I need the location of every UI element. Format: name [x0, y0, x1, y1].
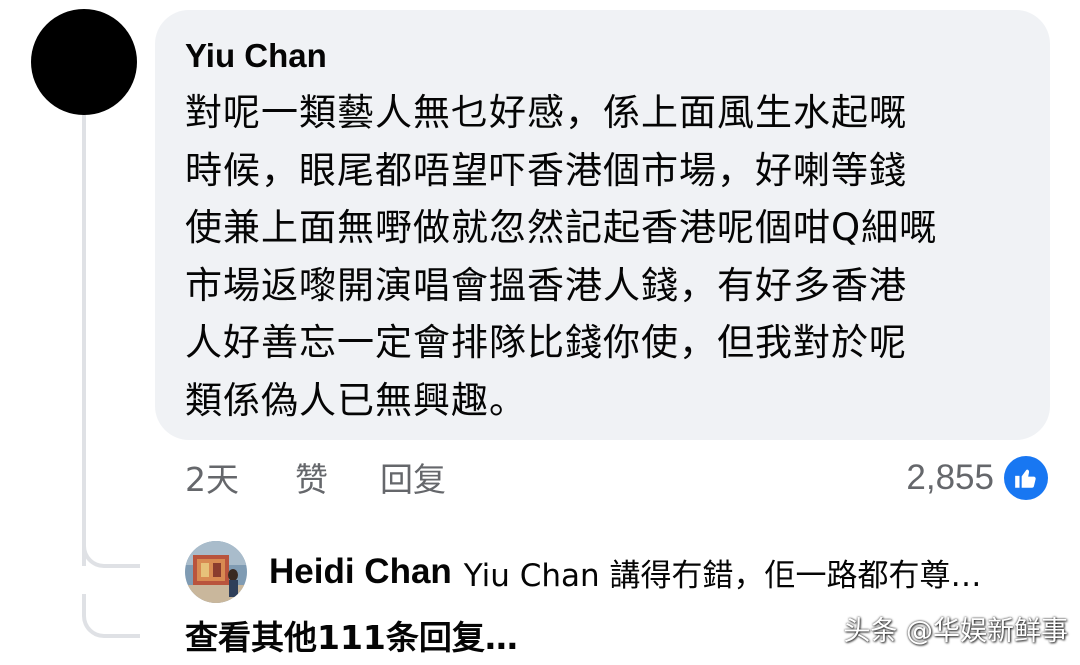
comment-text-line: 人好善忘一定會排隊比錢你使，但我對於呢 [185, 321, 907, 364]
thread-branch-view-more [82, 594, 140, 638]
thumbs-up-icon [1004, 456, 1048, 500]
reaction-count: 2,855 [906, 458, 994, 497]
thread-branch-reply [82, 520, 140, 568]
comment-text-line: 使兼上面無嘢做就忽然記起香港呢個咁Q細嘅 [185, 206, 938, 249]
comment-timestamp[interactable]: 2天 [185, 455, 239, 505]
comment-thread: Yiu Chan 對呢一類藝人無乜好感，係上面風生水起嘅 時候，眼尾都唔望吓香港… [0, 0, 1080, 665]
comment-actions: 2天 赞 回复 [185, 455, 498, 505]
comment-text-line: 對呢一類藝人無乜好感，係上面風生水起嘅 [185, 91, 907, 134]
reply-button[interactable]: 回复 [380, 455, 446, 505]
avatar[interactable] [31, 9, 137, 115]
reaction-summary[interactable]: 2,855 [906, 454, 1048, 502]
comment-text-line: 類係偽人已無興趣。 [185, 378, 527, 422]
watermark: 头条 @华娱新鲜事 [843, 616, 1068, 647]
like-button[interactable]: 赞 [295, 455, 328, 505]
view-more-replies-link[interactable]: 查看其他111条回复… [185, 614, 518, 662]
reply-preview[interactable]: Heidi Chan Yiu Chan 講得冇錯，佢一路都冇尊… [185, 541, 982, 603]
reply-avatar[interactable] [185, 541, 247, 603]
comment-text-line: 時候，眼尾都唔望吓香港個市場，好喇等錢 [185, 148, 907, 192]
reply-author[interactable]: Heidi Chan [269, 552, 452, 592]
comment-bubble: Yiu Chan 對呢一類藝人無乜好感，係上面風生水起嘅 時候，眼尾都唔望吓香港… [155, 10, 1050, 440]
reply-text: Yiu Chan 講得冇錯，佢一路都冇尊… [463, 557, 982, 594]
comment-text-line: 市場返嚟開演唱會搵香港人錢，有好多香港 [185, 263, 907, 307]
comment-author[interactable]: Yiu Chan [185, 36, 1020, 76]
